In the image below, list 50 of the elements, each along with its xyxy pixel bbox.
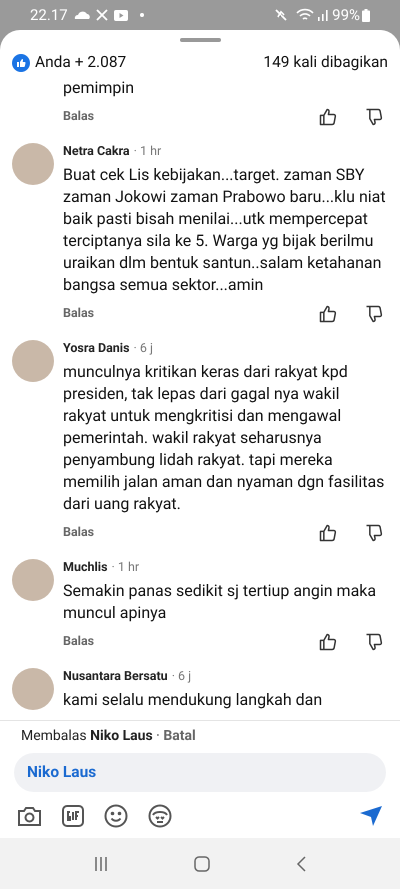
comment-author[interactable]: Nusantara Bersatu <box>63 668 168 686</box>
back-icon[interactable] <box>295 856 308 872</box>
battery-icon <box>362 8 370 22</box>
comment-text: Buat cek Lis kebijakan...target. zaman SBY zaman Jokowi zaman Prabowo baru...klu niat baik pasti bisah menilai...utk mempercepat terciptanya sila ke 5. Warga yg bijak berilmu uraikan dlm bentuk santun..salam ketahanan bangsa semua sektor...amin <box>63 164 386 296</box>
comment-text: munculnya kritikan keras dari rakyat kpd presiden, tak lepas dari gagal nya wakil rakyat untuk mengkritisi dan mengawal pemerintah. wakil rakyat seharusnya penyambung lidah rakyat. tapi mereka memilih jalan aman dan nyaman dgn fasilitas dari uang rakyat. <box>63 361 386 516</box>
thumbs-down-icon[interactable] <box>364 304 384 324</box>
x-logo-icon <box>96 9 108 21</box>
comment-time: · 6 j <box>172 668 192 686</box>
thumbs-down-icon[interactable] <box>364 523 384 544</box>
comment-input-field[interactable]: Niko Laus <box>14 753 386 792</box>
camera-icon[interactable] <box>17 805 42 827</box>
reply-link[interactable]: Balas <box>63 524 94 543</box>
cloud-icon <box>74 10 90 20</box>
mentioned-name: Niko Laus <box>27 762 96 783</box>
comment-time: · 1 hr <box>112 559 140 578</box>
thumbs-down-icon[interactable] <box>364 107 384 128</box>
reaction-summary[interactable]: Anda + 2.087 <box>35 51 126 74</box>
video-icon <box>114 10 128 20</box>
mute-icon <box>274 8 288 22</box>
comment-author[interactable]: Yosra Danis <box>63 340 130 358</box>
thumbs-up-icon[interactable] <box>318 107 338 128</box>
share-count[interactable]: 149 kali dibagikan <box>263 51 388 74</box>
home-icon[interactable] <box>194 856 210 872</box>
gif-icon[interactable] <box>62 805 84 827</box>
signal-icon <box>317 9 330 21</box>
comment-text: kami selalu mendukung langkah dan <box>63 689 324 712</box>
wifi-icon <box>296 8 314 22</box>
comment-author[interactable]: Muchlis <box>63 559 108 578</box>
avatar-sticker-icon[interactable] <box>148 804 172 828</box>
thumbs-up-icon[interactable] <box>318 523 338 544</box>
status-time: 22.17 <box>30 4 68 26</box>
smiley-icon[interactable] <box>104 804 128 828</box>
comment-text: pemimpin <box>63 77 136 100</box>
reply-link[interactable]: Balas <box>63 108 94 127</box>
drag-handle[interactable] <box>180 38 220 42</box>
reply-link[interactable]: Balas <box>63 304 94 324</box>
send-icon[interactable] <box>359 805 383 827</box>
like-reaction-icon <box>12 54 30 72</box>
thumbs-up-icon[interactable] <box>318 304 338 324</box>
cancel-link[interactable]: Batal <box>163 726 196 747</box>
thumbs-down-icon[interactable] <box>364 632 384 652</box>
comment-author[interactable]: Netra Cakra <box>63 143 130 162</box>
comment-time: · 6 j <box>134 340 154 358</box>
replying-to-text: Membalas Niko Laus · Batal <box>21 726 386 747</box>
recent-apps-icon[interactable] <box>92 856 109 872</box>
reply-link[interactable]: Balas <box>63 632 94 652</box>
comment-time: · 1 hr <box>134 143 162 162</box>
battery-level: 99% <box>332 4 360 26</box>
thumbs-up-icon[interactable] <box>318 632 338 652</box>
comment-text: Semakin panas sedikit sj tertiup angin maka muncul apinya <box>63 580 378 624</box>
